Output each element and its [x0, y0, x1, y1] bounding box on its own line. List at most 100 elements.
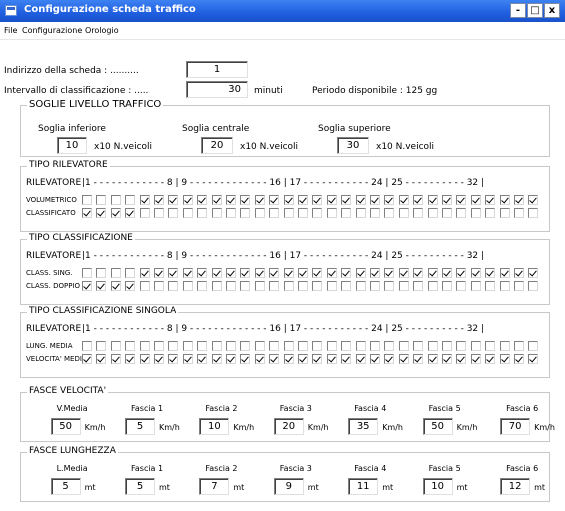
sensor-checkbox[interactable] [139, 341, 150, 351]
sensor-checkbox[interactable] [82, 341, 92, 351]
sensor-checkbox[interactable] [226, 341, 236, 351]
sensor-checkbox[interactable] [413, 354, 424, 364]
sensor-checkbox[interactable] [312, 341, 323, 351]
sensor-checkbox[interactable] [254, 195, 265, 205]
sensor-checkbox[interactable] [341, 195, 352, 205]
sensor-checkbox[interactable] [413, 268, 424, 278]
sensor-checkbox[interactable] [182, 354, 193, 364]
sensor-checkbox[interactable] [384, 208, 395, 218]
threshold-low-field[interactable]: 10 [57, 137, 87, 154]
sensor-checkbox[interactable] [226, 195, 236, 205]
sensor-checkbox[interactable] [499, 195, 510, 205]
sensor-checkbox[interactable] [326, 268, 337, 278]
sensor-checkbox[interactable] [384, 354, 395, 364]
sensor-checkbox[interactable] [514, 281, 524, 291]
sensor-checkbox[interactable] [154, 281, 164, 291]
sensor-checkbox[interactable] [298, 195, 308, 205]
sensor-checkbox[interactable] [370, 341, 380, 351]
sensor-checkbox[interactable] [398, 281, 409, 291]
sensor-checkbox[interactable] [182, 195, 193, 205]
sensor-checkbox[interactable] [326, 341, 337, 351]
sensor-checkbox[interactable] [139, 281, 150, 291]
length-band-field[interactable]: 5 [125, 478, 155, 495]
sensor-checkbox[interactable] [427, 354, 438, 364]
sensor-checkbox[interactable] [355, 268, 366, 278]
sensor-checkbox[interactable] [125, 341, 136, 351]
sensor-checkbox[interactable] [240, 354, 251, 364]
length-band-field[interactable]: 11 [348, 478, 379, 495]
sensor-checkbox[interactable] [211, 281, 222, 291]
sensor-checkbox[interactable] [456, 195, 467, 205]
sensor-checkbox[interactable] [442, 354, 452, 364]
sensor-checkbox[interactable] [240, 281, 251, 291]
sensor-checkbox[interactable] [514, 268, 524, 278]
sensor-checkbox[interactable] [139, 354, 150, 364]
sensor-checkbox[interactable] [485, 354, 496, 364]
sensor-checkbox[interactable] [427, 341, 438, 351]
sensor-checkbox[interactable] [398, 268, 409, 278]
sensor-checkbox[interactable] [298, 341, 308, 351]
sensor-checkbox[interactable] [341, 208, 352, 218]
sensor-checkbox[interactable] [154, 341, 164, 351]
sensor-checkbox[interactable] [514, 195, 524, 205]
sensor-checkbox[interactable] [341, 354, 352, 364]
speed-band-field[interactable]: 50 [422, 418, 453, 435]
sensor-checkbox[interactable] [312, 195, 323, 205]
title-bar[interactable]: Configurazione scheda traffico - □ x [0, 0, 565, 22]
sensor-checkbox[interactable] [211, 354, 222, 364]
sensor-checkbox[interactable] [398, 354, 409, 364]
sensor-checkbox[interactable] [96, 341, 107, 351]
sensor-checkbox[interactable] [442, 268, 452, 278]
sensor-checkbox[interactable] [326, 354, 337, 364]
sensor-checkbox[interactable] [110, 208, 121, 218]
sensor-checkbox[interactable] [139, 268, 150, 278]
sensor-checkbox[interactable] [110, 281, 121, 291]
sensor-checkbox[interactable] [211, 195, 222, 205]
sensor-checkbox[interactable] [182, 281, 193, 291]
menu-orologio[interactable]: Orologio [85, 26, 119, 35]
sensor-checkbox[interactable] [442, 195, 452, 205]
sensor-checkbox[interactable] [254, 268, 265, 278]
sensor-checkbox[interactable] [168, 208, 179, 218]
sensor-checkbox[interactable] [370, 268, 380, 278]
sensor-checkbox[interactable] [427, 208, 438, 218]
sensor-checkbox[interactable] [341, 268, 352, 278]
sensor-checkbox[interactable] [341, 341, 352, 351]
sensor-checkbox[interactable] [254, 281, 265, 291]
threshold-mid-field[interactable]: 20 [201, 137, 233, 154]
sensor-checkbox[interactable] [269, 208, 280, 218]
sensor-checkbox[interactable] [427, 281, 438, 291]
sensor-checkbox[interactable] [283, 354, 294, 364]
sensor-checkbox[interactable] [298, 268, 308, 278]
sensor-checkbox[interactable] [499, 354, 510, 364]
sensor-checkbox[interactable] [312, 281, 323, 291]
sensor-checkbox[interactable] [211, 208, 222, 218]
sensor-checkbox[interactable] [96, 354, 107, 364]
sensor-checkbox[interactable] [254, 208, 265, 218]
close-button[interactable]: x [544, 3, 560, 18]
sensor-checkbox[interactable] [312, 354, 323, 364]
sensor-checkbox[interactable] [355, 281, 366, 291]
sensor-checkbox[interactable] [96, 281, 107, 291]
sensor-checkbox[interactable] [370, 208, 380, 218]
sensor-checkbox[interactable] [355, 195, 366, 205]
sensor-checkbox[interactable] [456, 354, 467, 364]
sensor-checkbox[interactable] [197, 208, 208, 218]
sensor-checkbox[interactable] [528, 354, 539, 364]
sensor-checkbox[interactable] [456, 268, 467, 278]
sensor-checkbox[interactable] [470, 268, 481, 278]
sensor-checkbox[interactable] [413, 208, 424, 218]
sensor-checkbox[interactable] [485, 208, 496, 218]
sensor-checkbox[interactable] [110, 195, 121, 205]
sensor-checkbox[interactable] [456, 341, 467, 351]
sensor-checkbox[interactable] [514, 341, 524, 351]
sensor-checkbox[interactable] [168, 195, 179, 205]
sensor-checkbox[interactable] [197, 281, 208, 291]
sensor-checkbox[interactable] [456, 281, 467, 291]
sensor-checkbox[interactable] [283, 195, 294, 205]
threshold-high-field[interactable]: 30 [337, 137, 369, 154]
speed-band-field[interactable]: 70 [500, 418, 531, 435]
sensor-checkbox[interactable] [283, 281, 294, 291]
sensor-checkbox[interactable] [326, 281, 337, 291]
sensor-checkbox[interactable] [470, 281, 481, 291]
